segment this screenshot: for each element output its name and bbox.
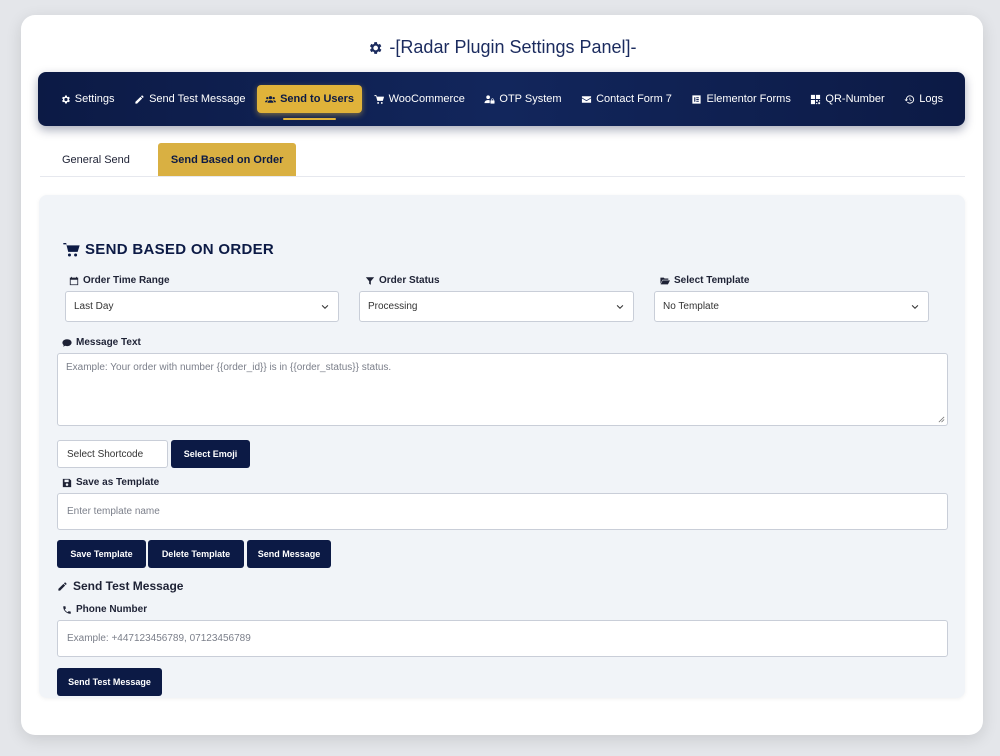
nav-item-label: Logs [919, 93, 944, 105]
nav-item-send-test-message[interactable]: Send Test Message [126, 85, 253, 113]
nav-item-qr-number[interactable]: QR-Number [802, 85, 892, 113]
tab-send-based-on-order[interactable]: Send Based on Order [157, 143, 297, 176]
shortcode-select-value: Select Shortcode [67, 448, 144, 460]
comment-icon [62, 338, 72, 347]
template-name-input[interactable]: Enter template name [57, 493, 948, 530]
qrcode-icon [811, 94, 821, 104]
select-template-value: No Template [663, 301, 719, 312]
order-time-range-label: Order Time Range [69, 275, 170, 286]
nav-item-otp-system[interactable]: OTP System [476, 85, 569, 113]
nav-item-label: QR-Number [825, 93, 885, 105]
select-template-select[interactable]: No Template [654, 291, 929, 322]
section-title-text: SEND BASED ON ORDER [85, 241, 275, 258]
send-test-message-button[interactable]: Send Test Message [57, 668, 162, 696]
section-title: SEND BASED ON ORDER [63, 241, 274, 258]
save-icon [62, 478, 72, 487]
template-name-placeholder: Enter template name [67, 506, 160, 517]
nav-item-send-to-users[interactable]: Send to Users [257, 85, 363, 120]
nav-item-label: OTP System [499, 93, 562, 105]
cart-icon [374, 94, 384, 104]
send-test-message-heading: Send Test Message [57, 579, 183, 593]
users-icon [265, 95, 277, 103]
phone-number-placeholder: Example: +447123456789, 07123456789 [67, 633, 251, 644]
nav-item-label: Contact Form 7 [596, 93, 672, 105]
shortcode-select[interactable]: Select Shortcode [57, 440, 168, 468]
gear-icon [61, 94, 70, 104]
message-text-label: Message Text [62, 337, 141, 348]
elementor-icon [692, 94, 702, 104]
main-nav-bar: Settings Send Test Message Send to Users… [38, 72, 965, 126]
nav-item-label: Send Test Message [149, 93, 246, 105]
settings-panel-card: -[Radar Plugin Settings Panel]- Settings… [21, 15, 983, 735]
tab-general-send[interactable]: General Send [40, 143, 152, 176]
gear-icon [370, 41, 382, 54]
cart-icon [63, 243, 80, 257]
send-message-button[interactable]: Send Message [247, 540, 331, 568]
send-based-on-order-section: SEND BASED ON ORDER Order Time Range Las… [39, 195, 965, 698]
delete-template-button[interactable]: Delete Template [148, 540, 244, 568]
phone-number-label: Phone Number [62, 604, 147, 615]
pen-icon [58, 581, 67, 591]
message-text-area[interactable]: Example: Your order with number {{order_… [57, 353, 948, 426]
panel-title: -[Radar Plugin Settings Panel]- [21, 37, 983, 58]
history-icon [904, 94, 915, 104]
save-template-button[interactable]: Save Template [57, 540, 146, 568]
nav-item-label: WooCommerce [388, 93, 465, 105]
nav-item-woocommerce[interactable]: WooCommerce [366, 85, 473, 113]
save-as-template-label: Save as Template [62, 477, 159, 488]
phone-icon [63, 605, 71, 614]
pen-icon [135, 94, 144, 104]
chevron-down-icon [911, 304, 919, 309]
order-status-select[interactable]: Processing [359, 291, 634, 322]
nav-item-logs[interactable]: Logs [896, 85, 951, 113]
nav-item-settings[interactable]: Settings [52, 85, 123, 113]
calendar-icon [69, 276, 79, 285]
nav-item-contact-form-7[interactable]: Contact Form 7 [573, 85, 680, 113]
select-template-label: Select Template [660, 275, 749, 286]
order-status-value: Processing [368, 301, 418, 312]
chevron-down-icon [321, 304, 329, 309]
order-status-label: Order Status [365, 275, 440, 286]
nav-item-label: Settings [74, 93, 115, 105]
nav-item-label: Elementor Forms [706, 93, 791, 105]
filter-icon [365, 276, 375, 285]
phone-number-input[interactable]: Example: +447123456789, 07123456789 [57, 620, 948, 657]
folder-open-icon [660, 277, 670, 284]
chevron-down-icon [616, 304, 624, 309]
nav-item-label: Send to Users [280, 93, 355, 105]
user-lock-icon [484, 94, 495, 104]
order-time-range-value: Last Day [74, 301, 114, 312]
sub-tab-bar: General Send Send Based on Order [40, 143, 965, 177]
resize-handle-icon[interactable] [938, 416, 945, 423]
select-emoji-button[interactable]: Select Emoji [171, 440, 250, 468]
order-time-range-select[interactable]: Last Day [65, 291, 339, 322]
nav-item-elementor-forms[interactable]: Elementor Forms [683, 85, 798, 113]
message-text-placeholder: Example: Your order with number {{order_… [66, 362, 392, 373]
panel-title-text: -[Radar Plugin Settings Panel]- [389, 37, 637, 57]
envelope-icon [582, 95, 592, 103]
